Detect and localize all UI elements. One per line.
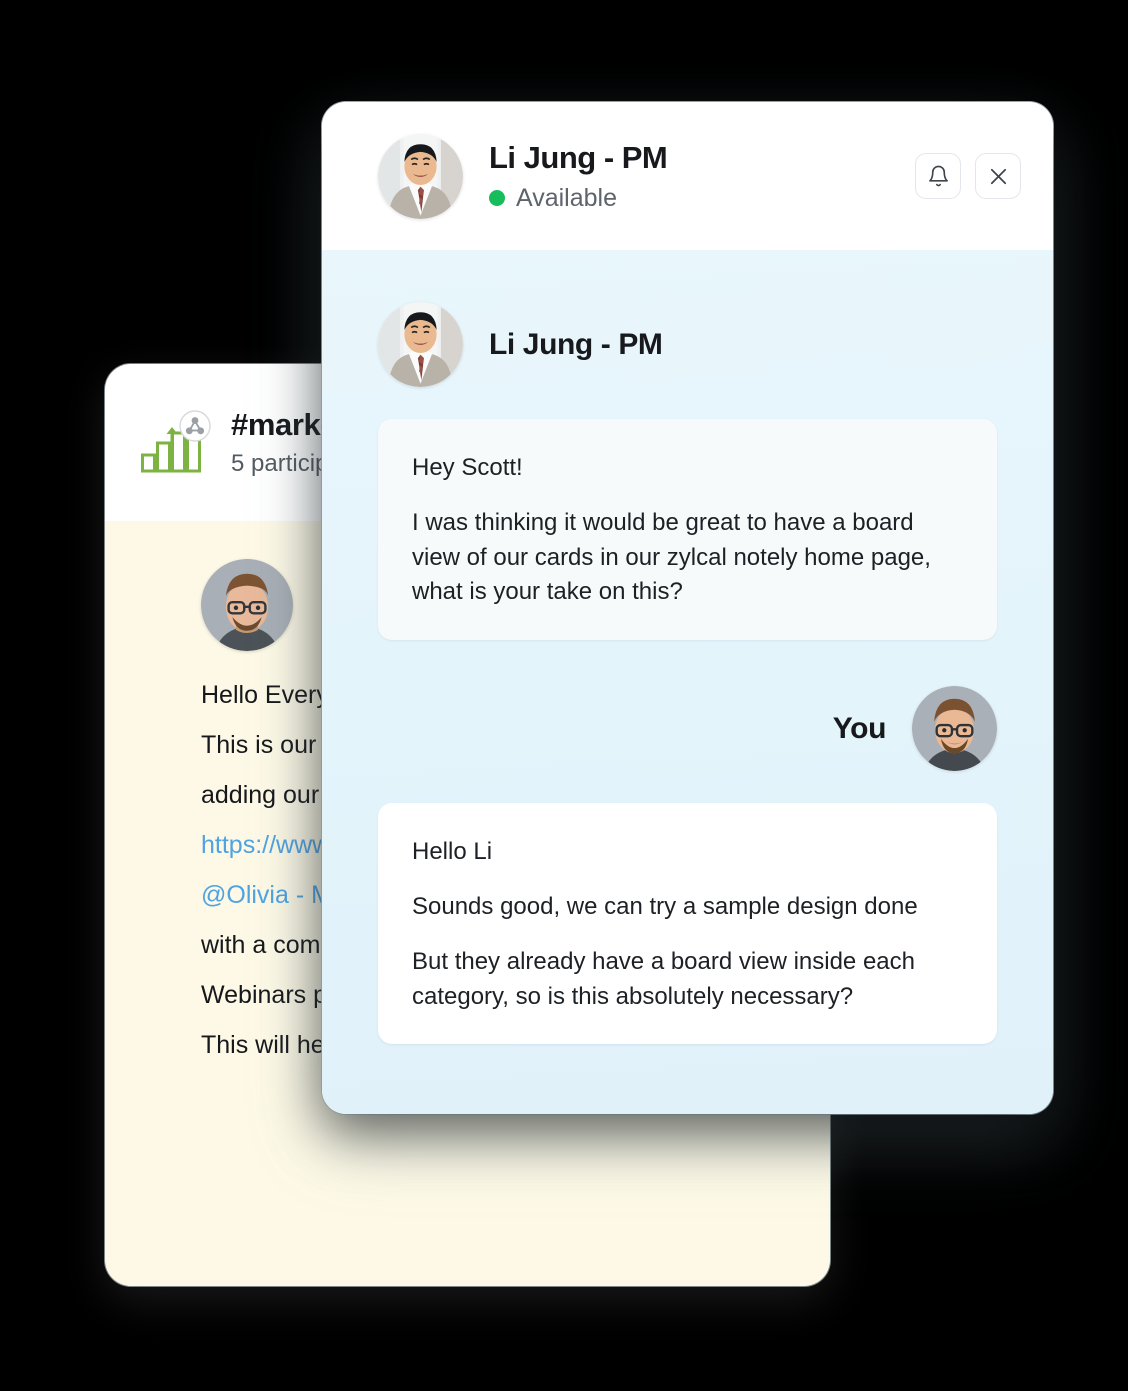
avatar-photo [378, 302, 463, 387]
close-icon [990, 168, 1006, 184]
message-paragraph: Sounds good, we can try a sample design … [412, 892, 918, 920]
growth-chart-icon [141, 409, 213, 476]
close-button[interactable] [975, 153, 1021, 199]
notifications-button[interactable] [915, 153, 961, 199]
message-bubble-incoming: Hey Scott! I was thinking it would be gr… [378, 419, 997, 641]
message-paragraph: But they already have a board view insid… [412, 947, 915, 1010]
message-bubble-outgoing: Hello Li Sounds good, we can try a sampl… [378, 803, 997, 1045]
message-author-name: Li Jung - PM [489, 327, 663, 361]
message-author-row: Li Jung - PM [378, 302, 997, 387]
chat-message-list[interactable]: Li Jung - PM Hey Scott! I was thinking i… [322, 250, 1053, 1114]
chat-header-actions [915, 153, 1021, 199]
message-paragraph: Hey Scott! [412, 454, 523, 481]
bell-icon [928, 165, 948, 187]
you-avatar [912, 686, 997, 772]
chat-header-text: Li Jung - PM Available [489, 140, 915, 212]
chat-contact-name: Li Jung - PM [489, 139, 668, 175]
status-label: Available [516, 183, 618, 212]
share-nodes-icon [179, 409, 211, 442]
direct-message-card: Li Jung - PM Available Li Jung - PM Hey … [322, 102, 1053, 1114]
avatar-photo [912, 686, 997, 772]
avatar-photo [201, 559, 293, 651]
message-paragraph: I was thinking it would be great to have… [412, 508, 931, 606]
message-author-name: You [832, 711, 887, 745]
message-author-row: You [378, 686, 997, 772]
message-paragraph: Hello Li [412, 838, 493, 866]
li-jung-avatar [378, 133, 463, 219]
chat-header: Li Jung - PM Available [322, 102, 1053, 250]
chat-contact-status: Available [489, 183, 915, 213]
li-jung-avatar [378, 302, 463, 387]
avatar-photo [378, 133, 463, 219]
scott-avatar [201, 559, 293, 651]
status-dot-icon [489, 190, 505, 207]
